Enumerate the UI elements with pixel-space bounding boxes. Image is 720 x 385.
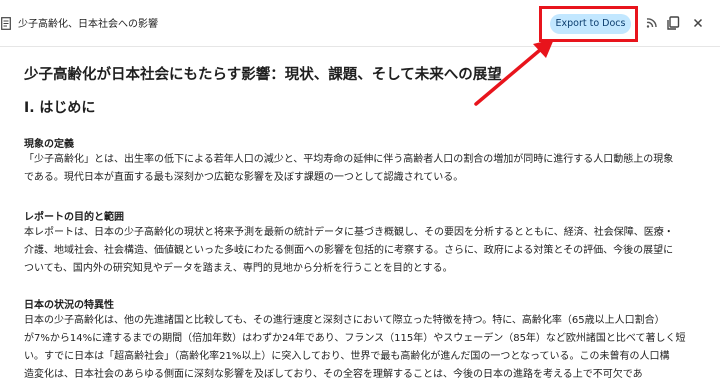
copy-icon[interactable] <box>665 15 681 31</box>
paragraph-line: である。現代日本が直面する最も深刻かつ広範な影響を及ぼす課題の一つとして認識され… <box>24 172 464 183</box>
section-heading-introduction: I. はじめに <box>24 100 96 116</box>
subheading-definition: 現象の定義 <box>24 139 74 150</box>
paragraph-line: 介護、地域社会、社会構造、価値観といった多岐にわたる側面への影響を包括的に考察す… <box>24 245 674 256</box>
paragraph-line: い。すでに日本は「超高齢社会」（高齢化率21%以上）に突入しており、世界で最も高… <box>24 351 670 362</box>
subheading-japan-specificity: 日本の状況の特異性 <box>24 300 114 311</box>
paragraph-line: 造変化は、日本社会のあらゆる側面に深刻な影響を及ぼしており、その全容を理解するこ… <box>24 369 643 380</box>
paragraph-line: 「少子高齢化」とは、出生率の低下による若年人口の減少と、平均寿命の延伸に伴う高齢… <box>24 154 674 165</box>
cast-icon[interactable] <box>644 15 660 31</box>
document-icon <box>1 17 11 30</box>
paragraph-definition: 「少子高齢化」とは、出生率の低下による若年人口の減少と、平均寿命の延伸に伴う高齢… <box>24 151 700 187</box>
paragraph-line: 日本の少子高齢化は、他の先進諸国と比較しても、その進行速度と深刻さにおいて際立っ… <box>24 315 665 326</box>
paragraph-purpose-scope: 本レポートは、日本の少子高齢化の現状と将来予測を最新の統計データに基づき概観し、… <box>24 224 700 278</box>
close-icon[interactable] <box>690 15 706 31</box>
app-header: 少子高齢化、日本社会への影響 Export to Docs <box>0 0 720 47</box>
document-title: 少子高齢化が日本社会にもたらす影響：現状、課題、そして未来への展望 <box>24 67 502 83</box>
paragraph-line: 本レポートは、日本の少子高齢化の現状と将来予測を最新の統計データに基づき概観し、… <box>24 227 674 238</box>
paragraph-line: ついても、国内外の研究知見やデータを踏まえ、専門的見地から分析を行うことを目的と… <box>24 263 453 274</box>
subheading-purpose-scope: レポートの目的と範囲 <box>24 212 124 223</box>
paragraph-line: が7%から14%に達するまでの期間（倍加年数）はわずか24年であり、フランス（1… <box>24 333 686 344</box>
header-title: 少子高齢化、日本社会への影響 <box>18 19 158 30</box>
paragraph-japan-specificity: 日本の少子高齢化は、他の先進諸国と比較しても、その進行速度と深刻さにおいて際立っ… <box>24 312 700 384</box>
